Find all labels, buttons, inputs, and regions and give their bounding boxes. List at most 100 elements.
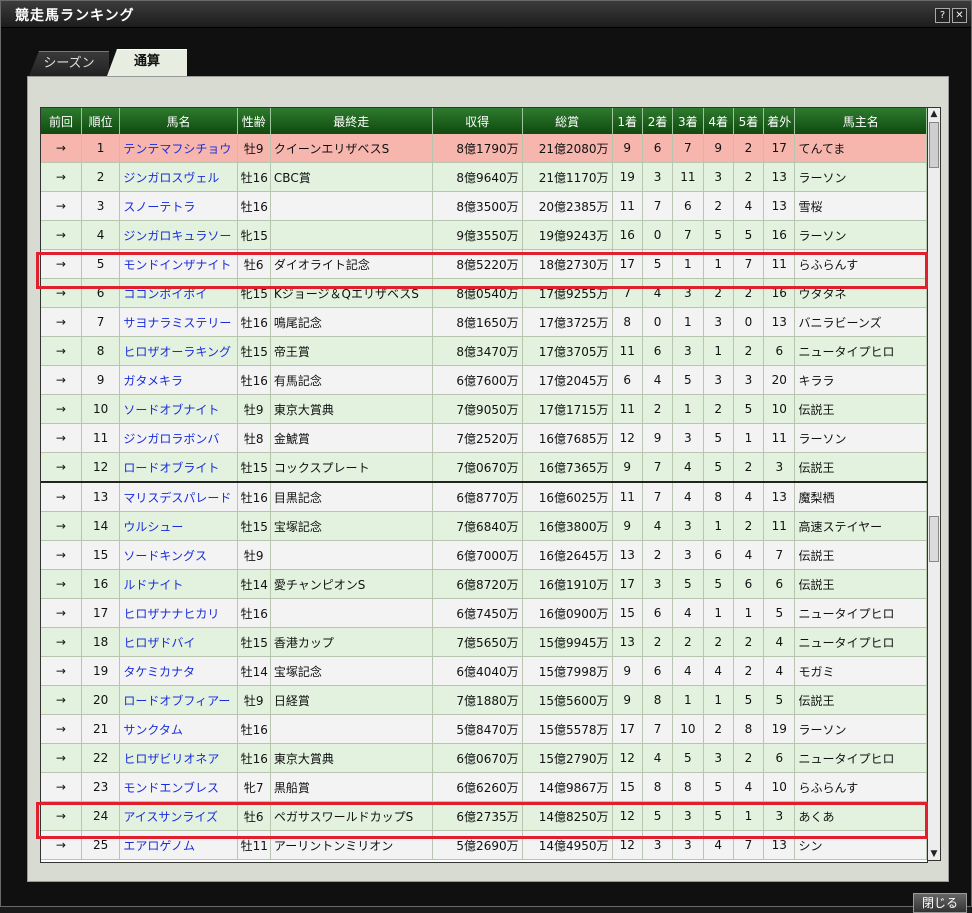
table-cell: 6 — [763, 336, 796, 366]
table-row[interactable]: → 19 タケミカナタ 牡14 宝塚記念 6億4040万 15億7998万 9 6 4 4 2 4 モガミ — [41, 656, 927, 686]
column-header[interactable]: 馬名 — [119, 108, 238, 134]
horse-name-link[interactable]: テンテマフシチョウ — [119, 134, 238, 163]
table-cell: 17 — [763, 134, 796, 163]
table-row[interactable]: → 12 ロードオブライト 牡15 コックスプレート 7億0670万 16億7365万 9 7 4… — [41, 452, 927, 483]
table-row[interactable]: → 7 サヨナラミステリー 牡16 鳴尾記念 8億1650万 17億3725万 8 0 1 3 0 13… — [41, 307, 927, 337]
horse-name-link[interactable]: ジンガロキュラソー — [119, 220, 238, 250]
column-header[interactable]: 最終走 — [270, 108, 433, 134]
table-cell: 4 — [763, 627, 796, 657]
horse-name-link[interactable]: モンドエンブレス — [119, 772, 238, 802]
column-header[interactable]: 3着 — [672, 108, 704, 134]
table-row[interactable]: → 20 ロードオブフィアー 牡9 日経賞 7億1880万 15億5600万 9 8 1 1 5 5 伝説… — [41, 685, 927, 715]
table-row[interactable]: → 11 ジンガロラボンバ 牡8 金鯱賞 7億2520万 16億7685万 12 9 3 5 1 11 ラ… — [41, 423, 927, 453]
column-header[interactable]: 性齢 — [237, 108, 271, 134]
horse-name-link[interactable]: サヨナラミステリー — [119, 307, 238, 337]
vertical-scrollbar[interactable]: ▲ ▼ — [927, 107, 941, 861]
table-row[interactable]: → 23 モンドエンブレス 牝7 黒船賞 6億6260万 14億9867万 15 8 8 5 4 10 ら… — [41, 772, 927, 802]
table-cell: 4 — [81, 220, 121, 250]
table-cell: 牡6 — [237, 249, 271, 279]
table-row[interactable]: → 24 アイスサンライズ 牡6 ペガサスワールドカップS 6億2735万 14億8250万… — [41, 801, 927, 831]
table-cell: シン — [794, 830, 927, 860]
horse-name-link[interactable]: ウルシュー — [119, 511, 238, 541]
table-row[interactable]: → 21 サンクタム 牡16 5億8470万 15億5578万 17 7 10 2 8 19 ラーソン — [41, 714, 927, 744]
table-row[interactable]: → 25 エアロゲノム 牡11 アーリントンミリオン 5億2690万 14億4950万 12 3… — [41, 830, 927, 860]
horse-name-link[interactable]: サンクタム — [119, 714, 238, 744]
horse-name-link[interactable]: ガタメキラ — [119, 365, 238, 395]
table-cell: 17億3725万 — [522, 307, 613, 337]
horse-name-link[interactable]: ココンポイポイ — [119, 278, 238, 308]
column-header[interactable]: 着外 — [763, 108, 796, 134]
table-cell: 4 — [703, 656, 734, 686]
horse-name-link[interactable]: ヒロザナナヒカリ — [119, 598, 238, 628]
column-header[interactable]: 順位 — [81, 108, 121, 134]
horse-name-link[interactable]: ヒロザドバイ — [119, 627, 238, 657]
horse-name-link[interactable]: ロードオブフィアー — [119, 685, 238, 715]
horse-name-link[interactable]: タケミカナタ — [119, 656, 238, 686]
table-row[interactable]: → 9 ガタメキラ 牡16 有馬記念 6億7600万 17億2045万 6 4 5 3 3 20 キララ — [41, 365, 927, 395]
column-header[interactable]: 2着 — [642, 108, 674, 134]
table-cell: 4 — [733, 772, 765, 802]
table-cell: 9億3550万 — [432, 220, 523, 250]
table-row[interactable]: → 2 ジンガロスヴェル 牡16 CBC賞 8億9640万 21億1170万 19 3 11 3 2 1… — [41, 162, 927, 192]
horse-name-link[interactable]: ルドナイト — [119, 569, 238, 599]
horse-name-link[interactable]: アイスサンライズ — [119, 801, 238, 831]
close-button[interactable]: 閉じる — [913, 893, 967, 913]
table-cell: 5 — [703, 220, 734, 250]
column-header[interactable]: 馬主名 — [794, 108, 927, 134]
table-row[interactable]: → 10 ソードオブナイト 牡9 東京大賞典 7億9050万 17億1715万 11 2 1 2 5 1… — [41, 394, 927, 424]
horse-name-link[interactable]: ヒロザビリオネア — [119, 743, 238, 773]
column-header[interactable]: 前回 — [41, 108, 82, 134]
horse-name-link[interactable]: エアロゲノム — [119, 830, 238, 860]
table-cell: 16 — [763, 220, 796, 250]
column-header[interactable]: 収得 — [432, 108, 523, 134]
table-row[interactable]: → 6 ココンポイポイ 牝15 Kジョージ＆QエリザベスS 8億0540万 17億9255万… — [41, 278, 927, 308]
scroll-up-icon[interactable]: ▲ — [929, 109, 939, 119]
horse-name-link[interactable]: ソードキングス — [119, 540, 238, 570]
table-cell: ニュータイプヒロ — [794, 743, 927, 773]
column-header[interactable]: 4着 — [703, 108, 734, 134]
table-cell: 9 — [612, 511, 643, 541]
scroll-down-icon[interactable]: ▼ — [929, 849, 939, 859]
table-cell: クイーンエリザベスS — [270, 134, 433, 163]
table-cell: ラーソン — [794, 220, 927, 250]
tab-total[interactable]: 通算 — [107, 49, 187, 76]
table-cell: 6 — [642, 336, 674, 366]
close-icon[interactable]: ✕ — [952, 8, 967, 23]
table-cell: 8億1650万 — [432, 307, 523, 337]
horse-name-link[interactable]: ジンガロラボンバ — [119, 423, 238, 453]
table-cell: バニラビーンズ — [794, 307, 927, 337]
column-header[interactable]: 1着 — [612, 108, 643, 134]
horse-name-link[interactable]: マリスデスパレード — [119, 482, 238, 512]
horse-name-link[interactable]: スノーテトラ — [119, 191, 238, 221]
horse-name-link[interactable]: ソードオブナイト — [119, 394, 238, 424]
table-row[interactable]: → 22 ヒロザビリオネア 牡16 東京大賞典 6億0670万 15億2790万 12 4 5 3 2… — [41, 743, 927, 773]
table-cell: 16億6025万 — [522, 482, 613, 512]
table-row[interactable]: → 1 テンテマフシチョウ 牡9 クイーンエリザベスS 8億1790万 21億2080万 9 6… — [41, 134, 927, 163]
table-cell: 7 — [612, 278, 643, 308]
table-row[interactable]: → 5 モンドインザナイト 牡6 ダイオライト記念 8億5220万 18億2730万 17 5 1… — [41, 249, 927, 279]
table-row[interactable]: → 13 マリスデスパレード 牡16 目黒記念 6億8770万 16億6025万 11 7 4 8 4… — [41, 482, 927, 512]
table-row[interactable]: → 4 ジンガロキュラソー 牝15 9億3550万 19億9243万 16 0 7 5 5 16 ラーソ… — [41, 220, 927, 250]
horse-name-link[interactable]: ヒロザオーラキング — [119, 336, 238, 366]
table-cell: 9 — [612, 452, 643, 483]
table-cell: 6 — [763, 569, 796, 599]
table-row[interactable]: → 3 スノーテトラ 牡16 8億3500万 20億2385万 11 7 6 2 4 13 雪桜 — [41, 191, 927, 221]
table-row[interactable]: → 14 ウルシュー 牡15 宝塚記念 7億6840万 16億3800万 9 4 3 1 2 11 高速ス… — [41, 511, 927, 541]
column-header[interactable]: 総賞 — [522, 108, 613, 134]
column-header[interactable]: 5着 — [733, 108, 765, 134]
table-cell: 3 — [763, 452, 796, 483]
horse-name-link[interactable]: モンドインザナイト — [119, 249, 238, 279]
table-cell: 6 — [612, 365, 643, 395]
table-cell: 2 — [703, 191, 734, 221]
table-row[interactable]: → 17 ヒロザナナヒカリ 牡16 6億7450万 16億0900万 15 6 4 1 1 5 ニュータ… — [41, 598, 927, 628]
table-cell: 香港カップ — [270, 627, 433, 657]
help-button[interactable]: ? — [935, 8, 950, 23]
table-row[interactable]: → 15 ソードキングス 牡9 6億7000万 16億2645万 13 2 3 6 4 7 伝説王 — [41, 540, 927, 570]
table-row[interactable]: → 8 ヒロザオーラキング 牡15 帝王賞 8億3470万 17億3705万 11 6 3 1 2 6 ニ… — [41, 336, 927, 366]
horse-name-link[interactable]: ジンガロスヴェル — [119, 162, 238, 192]
table-row[interactable]: → 16 ルドナイト 牡14 愛チャンピオンS 6億8720万 16億1910万 17 3 5 5 6… — [41, 569, 927, 599]
table-row[interactable]: → 18 ヒロザドバイ 牡15 香港カップ 7億5650万 15億9945万 13 2 2 2 2 4 ニ… — [41, 627, 927, 657]
horse-name-link[interactable]: ロードオブライト — [119, 452, 238, 483]
scroll-thumb[interactable] — [929, 122, 939, 168]
tab-season[interactable]: シーズン — [29, 51, 109, 76]
